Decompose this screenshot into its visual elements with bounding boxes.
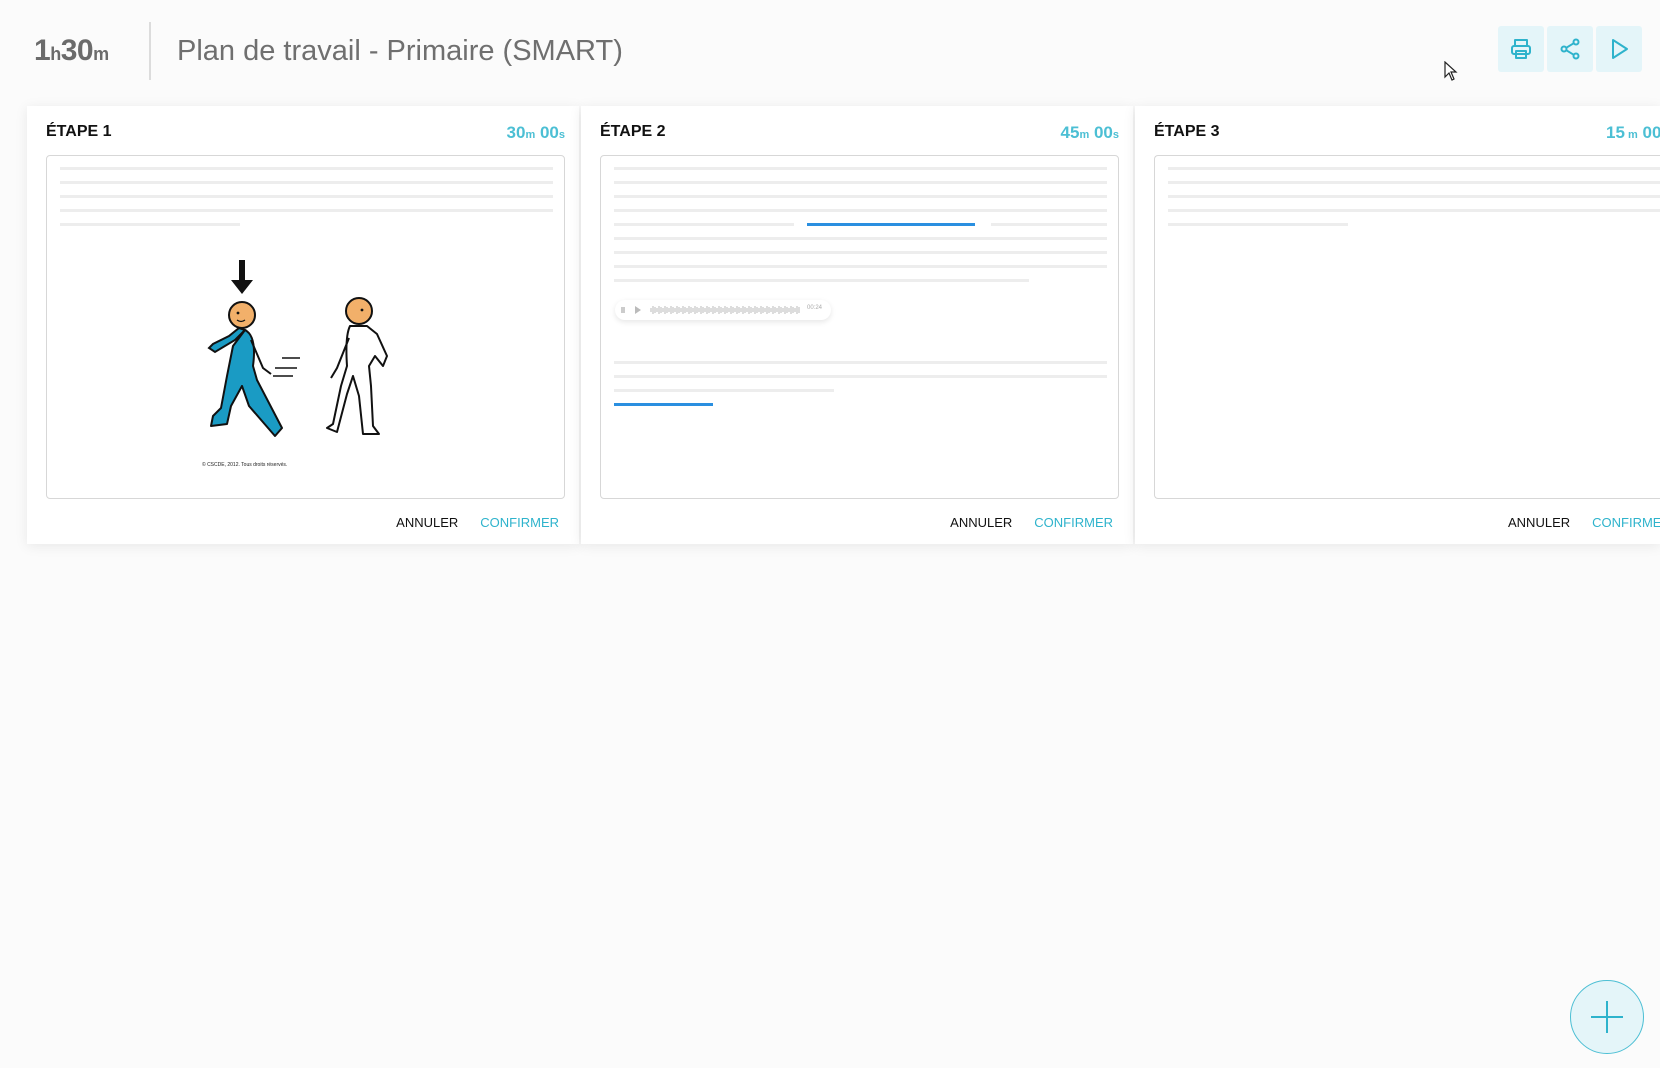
confirm-button[interactable]: CONFIRMER xyxy=(1034,515,1113,530)
total-duration: 1h30m xyxy=(34,34,109,67)
step-title: ÉTAPE 3 xyxy=(1154,123,1220,140)
toolbar xyxy=(1498,26,1642,72)
text-line xyxy=(614,167,1107,170)
text-line xyxy=(614,237,1107,240)
header: 1h30m Plan de travail - Primaire (SMART) xyxy=(0,0,1660,100)
play-button[interactable] xyxy=(1596,26,1642,72)
step-card-2: ÉTAPE 2 45m 00s 00:24 ANNULER CONFIRMER xyxy=(581,106,1133,544)
text-line xyxy=(1168,167,1660,170)
share-button[interactable] xyxy=(1547,26,1593,72)
text-line xyxy=(614,265,1107,268)
image-copyright: © CSCDE, 2012. Tous droits réservés. xyxy=(202,462,288,468)
add-step-button[interactable] xyxy=(1570,980,1644,1054)
step-duration: 15 m 00s xyxy=(1606,123,1660,142)
link-line[interactable] xyxy=(807,223,975,226)
text-line xyxy=(1168,195,1660,198)
text-line xyxy=(60,195,553,198)
printer-icon xyxy=(1511,39,1531,59)
text-line xyxy=(1168,223,1348,226)
step-title: ÉTAPE 1 xyxy=(46,123,112,140)
page-title: Plan de travail - Primaire (SMART) xyxy=(177,35,623,67)
text-line xyxy=(60,167,553,170)
text-line xyxy=(614,251,1107,254)
step-card-1: ÉTAPE 1 30m 00s © CSCDE, 2012. Tous droi… xyxy=(27,106,579,544)
text-line xyxy=(614,223,794,226)
text-line xyxy=(614,195,1107,198)
step-title: ÉTAPE 2 xyxy=(600,123,666,140)
step-content[interactable] xyxy=(1154,155,1660,499)
step-actions: ANNULER CONFIRMER xyxy=(396,515,559,530)
step-card-3: ÉTAPE 3 15 m 00s ANNULER CONFIRMER xyxy=(1135,106,1660,544)
pictogram-image xyxy=(207,260,388,437)
text-line xyxy=(614,209,1107,212)
confirm-button[interactable]: CONFIRMER xyxy=(480,515,559,530)
audio-duration: 00:24 xyxy=(807,305,823,311)
text-line xyxy=(60,223,240,226)
step-duration: 45m 00s xyxy=(1060,123,1119,142)
text-line xyxy=(1168,181,1660,184)
mouse-cursor-icon xyxy=(1444,61,1458,81)
step-actions: ANNULER CONFIRMER xyxy=(950,515,1113,530)
link-line[interactable] xyxy=(614,403,713,406)
text-line xyxy=(614,389,834,392)
share-icon xyxy=(1560,38,1580,60)
text-line xyxy=(991,223,1107,226)
audio-player[interactable]: 00:24 xyxy=(615,300,831,320)
cancel-button[interactable]: ANNULER xyxy=(396,515,458,530)
text-line xyxy=(1168,209,1660,212)
cancel-button[interactable]: ANNULER xyxy=(1508,515,1570,530)
header-divider xyxy=(149,22,151,80)
print-button[interactable] xyxy=(1498,26,1544,72)
text-line xyxy=(60,209,553,212)
text-line xyxy=(614,361,1107,364)
step-actions: ANNULER CONFIRMER xyxy=(1508,515,1660,530)
text-line xyxy=(60,181,553,184)
step-duration: 30m 00s xyxy=(506,123,565,142)
cancel-button[interactable]: ANNULER xyxy=(950,515,1012,530)
step-content[interactable]: 00:24 xyxy=(600,155,1119,499)
text-line xyxy=(614,279,1029,282)
plus-icon xyxy=(1591,1001,1623,1033)
play-icon xyxy=(1612,39,1628,59)
text-line xyxy=(614,181,1107,184)
step-content[interactable]: © CSCDE, 2012. Tous droits réservés. xyxy=(46,155,565,499)
text-line xyxy=(614,375,1107,378)
waveform-icon xyxy=(621,306,800,314)
confirm-button[interactable]: CONFIRMER xyxy=(1592,515,1660,530)
